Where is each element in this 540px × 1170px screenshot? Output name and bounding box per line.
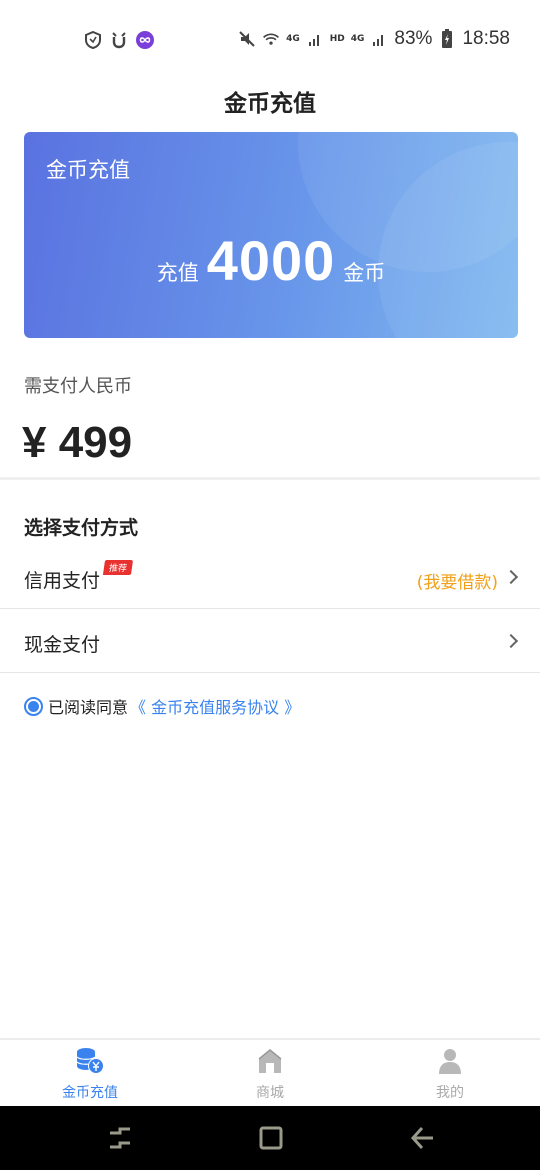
tab-recharge[interactable]: 金币充值 bbox=[0, 1040, 180, 1106]
row-divider-2 bbox=[0, 672, 540, 673]
signal-icon bbox=[306, 29, 324, 49]
status-left-icons bbox=[84, 30, 154, 50]
card-amount-row: 充值 4000 金币 bbox=[24, 228, 518, 293]
mute-icon bbox=[238, 29, 256, 49]
signal-icon-2 bbox=[370, 29, 388, 49]
wifi-icon bbox=[262, 29, 280, 49]
cash-payment-row[interactable]: 现金支付 bbox=[0, 610, 540, 674]
store-icon bbox=[255, 1046, 285, 1076]
agreement-link[interactable]: 《 金币充值服务协议 》 bbox=[130, 694, 300, 718]
price-value: ¥ 499 bbox=[22, 418, 133, 467]
tab-label: 我的 bbox=[436, 1085, 464, 1101]
battery-percent: 83% bbox=[394, 28, 433, 49]
status-right-icons: 4G HD 4G 83% 18:58 bbox=[238, 28, 510, 50]
system-nav-bar bbox=[0, 1106, 540, 1170]
recharge-card: 金币充值 充值 4000 金币 bbox=[24, 132, 518, 338]
cash-payment-label: 现金支付 bbox=[24, 634, 101, 656]
section-divider bbox=[0, 477, 540, 480]
card-label: 金币充值 bbox=[46, 158, 130, 182]
home-icon[interactable] bbox=[257, 1124, 285, 1152]
recent-apps-icon[interactable] bbox=[106, 1124, 134, 1152]
tab-store[interactable]: 商城 bbox=[180, 1040, 360, 1106]
infinity-icon bbox=[136, 30, 154, 50]
pay-amount-label: 需支付人民币 bbox=[24, 376, 132, 397]
agreement-radio[interactable] bbox=[24, 696, 43, 716]
page-title: 金币充值 bbox=[224, 91, 316, 117]
recommend-badge: 推荐 bbox=[102, 560, 134, 575]
clock: 18:58 bbox=[462, 28, 510, 49]
tab-profile[interactable]: 我的 bbox=[360, 1040, 540, 1106]
tab-label: 商城 bbox=[256, 1085, 284, 1101]
coin-amount: 4000 bbox=[206, 229, 336, 292]
card-prefix: 充值 bbox=[156, 261, 199, 285]
credit-payment-label: 信用支付 bbox=[24, 570, 101, 592]
network-4g-label: 4G bbox=[286, 34, 300, 44]
bottom-tab-bar: 金币充值 商城 我的 bbox=[0, 1038, 540, 1106]
chevron-right-icon bbox=[503, 633, 519, 649]
payment-methods-title: 选择支付方式 bbox=[24, 517, 139, 539]
alarm-icon bbox=[110, 30, 128, 50]
chevron-right-icon bbox=[503, 569, 519, 585]
back-icon[interactable] bbox=[408, 1124, 436, 1152]
status-bar: 4G HD 4G 83% 18:58 bbox=[0, 0, 540, 80]
coins-icon bbox=[75, 1046, 105, 1076]
radio-checked-dot bbox=[28, 700, 39, 712]
shield-icon bbox=[84, 30, 102, 50]
row-divider bbox=[0, 608, 540, 609]
network-hd-label: HD bbox=[329, 34, 345, 44]
user-icon bbox=[435, 1046, 465, 1076]
agreement-row: 已阅读同意 《 金币充值服务协议 》 bbox=[24, 694, 300, 718]
credit-payment-row[interactable]: 信用支付 (我要借款) bbox=[0, 546, 540, 610]
tab-label: 金币充值 bbox=[62, 1085, 118, 1101]
card-suffix: 金币 bbox=[343, 261, 386, 285]
network-4g-label-2: 4G bbox=[350, 34, 365, 44]
loan-link[interactable]: (我要借款) bbox=[417, 568, 498, 593]
agreement-text: 已阅读同意 bbox=[48, 698, 129, 717]
battery-icon bbox=[438, 29, 456, 49]
